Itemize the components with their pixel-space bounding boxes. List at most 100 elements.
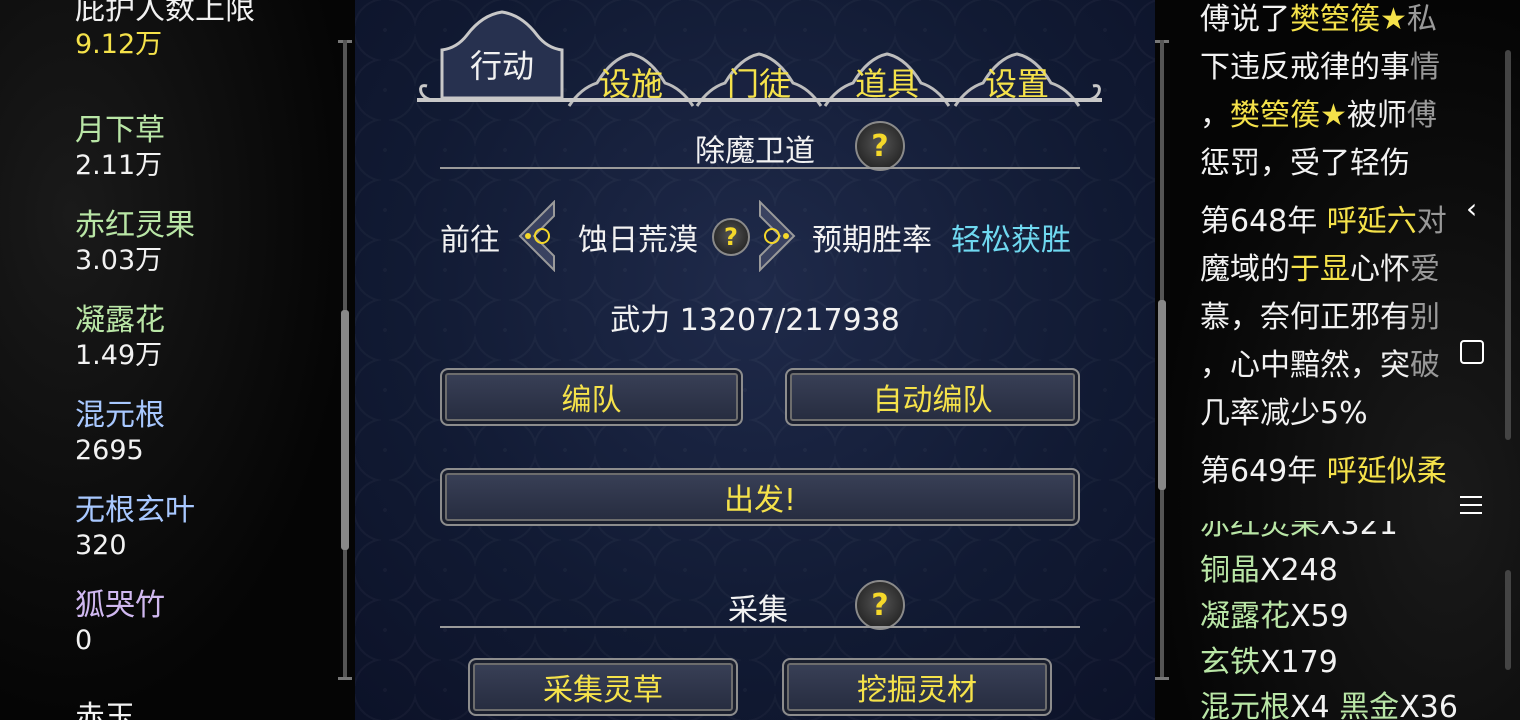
log-text: 于显 — [1290, 252, 1350, 287]
resource-item[interactable]: 狐哭竹 0 — [75, 588, 165, 658]
formation-button[interactable]: 编队 — [440, 368, 743, 426]
resource-item[interactable]: 月下草 2.11万 — [75, 113, 165, 183]
resource-item[interactable]: 赤玉 — [75, 700, 135, 720]
formation-button-label: 编队 — [561, 383, 622, 418]
log-text: 下违反戒律的事 — [1200, 50, 1410, 85]
resource-name: 庇护人数上限 — [75, 0, 255, 27]
resource-item[interactable]: 无根玄叶 320 — [75, 493, 195, 563]
log-text: 惩罚，受了轻伤 — [1200, 146, 1410, 181]
log-text: 傅 — [1406, 98, 1437, 133]
gather-herb-button[interactable]: 采集灵草 — [468, 658, 738, 716]
loot-item: 混元根X4 黑金X36 — [1200, 690, 1458, 720]
right-scrollbar-thumb[interactable] — [1158, 300, 1166, 490]
resource-value: 0 — [75, 625, 93, 656]
log-text: 傅说了 — [1200, 2, 1290, 37]
ornament-right-icon — [1076, 84, 1101, 102]
log-line: 几率减少5% — [1200, 396, 1368, 432]
resource-item[interactable]: 赤红灵果 3.03万 — [75, 208, 195, 278]
log-text: 呼延似柔 — [1326, 454, 1447, 489]
resource-item[interactable]: 凝露花 1.49万 — [75, 303, 165, 373]
resource-name: 月下草 — [75, 113, 165, 148]
next-location-arrow-icon[interactable] — [758, 200, 798, 272]
loot-text: 凝露花 — [1200, 599, 1290, 634]
loot-text: X36 — [1399, 690, 1458, 720]
gather-herb-button-label: 采集灵草 — [543, 673, 663, 708]
log-text: 爱 — [1410, 252, 1440, 287]
loot-text: 赤红灵果 — [1200, 507, 1320, 542]
menu-icon[interactable] — [1460, 494, 1484, 516]
home-icon[interactable] — [1460, 340, 1484, 364]
section-divider — [440, 167, 1080, 169]
log-text: 破 — [1410, 348, 1440, 383]
dig-material-button-label: 挖掘灵材 — [857, 673, 977, 708]
depart-button[interactable]: 出发! — [440, 468, 1080, 526]
log-scroll-indicator — [1505, 50, 1511, 440]
log-line: 慕，奈何正邪有别 — [1200, 300, 1440, 336]
loot-text: 玄铁 — [1200, 645, 1260, 680]
log-line: 惩罚，受了轻伤 — [1200, 146, 1410, 182]
log-text: 呼延六 — [1326, 204, 1417, 239]
log-line: 下违反戒律的事情 — [1200, 50, 1440, 86]
log-text: 慕，奈何正邪有 — [1200, 300, 1410, 335]
loot-text: X4 — [1290, 690, 1340, 720]
gather-help-button[interactable]: ? — [855, 580, 905, 630]
depart-button-label: 出发! — [723, 483, 797, 518]
log-text: 魔域的 — [1200, 252, 1290, 287]
resource-value: 320 — [75, 530, 127, 561]
log-line: 魔域的于显心怀爱 — [1200, 252, 1440, 288]
power-readout: 武力 13207/217938 — [610, 303, 900, 338]
log-line: ，心中黯然，突破 — [1200, 348, 1440, 384]
log-text: ， — [1200, 98, 1230, 133]
loot-item: 铜晶X248 — [1200, 553, 1338, 589]
log-text: 被师 — [1346, 98, 1407, 133]
loot-text: 黑金 — [1339, 690, 1400, 720]
section-divider — [440, 626, 1080, 628]
resource-value: 2.11万 — [75, 150, 163, 181]
expedition-title: 除魔卫道 — [695, 134, 815, 169]
question-icon: ? — [871, 587, 889, 623]
resource-value: 2695 — [75, 435, 144, 466]
resource-name: 混元根 — [75, 398, 165, 433]
left-scrollbar-thumb[interactable] — [341, 310, 349, 550]
log-text: 别 — [1410, 300, 1440, 335]
resource-item[interactable]: 混元根 2695 — [75, 398, 165, 468]
resource-name: 无根玄叶 — [75, 493, 195, 528]
resource-value: 9.12万 — [75, 29, 163, 60]
gather-title: 采集 — [728, 593, 788, 628]
log-text: 对 — [1416, 204, 1447, 239]
loot-text: 混元根 — [1200, 690, 1290, 720]
goto-label: 前往 — [440, 223, 500, 258]
loot-text: X59 — [1290, 599, 1349, 634]
loot-item: 赤红灵果X321 — [1200, 507, 1398, 543]
loot-item: 凝露花X59 — [1200, 599, 1349, 635]
main-panel: 行动 设施 门徒 道具 设置 除魔卫道 ? 前往 蚀日荒漠 ? 预期胜率 轻松获… — [355, 0, 1155, 720]
ornament-left-icon — [419, 84, 444, 102]
log-text: 第649年 — [1200, 454, 1327, 489]
log-line: ，樊箜篌★被师傅 — [1200, 98, 1437, 134]
auto-formation-button[interactable]: 自动编队 — [785, 368, 1080, 426]
left-scrollbar[interactable] — [338, 40, 352, 680]
loot-text: 铜晶 — [1200, 553, 1260, 588]
prev-location-arrow-icon[interactable] — [516, 200, 556, 272]
resource-name: 赤玉 — [75, 700, 135, 720]
right-scrollbar[interactable] — [1155, 40, 1169, 680]
log-text: 几率减少5% — [1200, 396, 1368, 431]
location-name[interactable]: 蚀日荒漠 — [578, 215, 698, 259]
log-text: 私 — [1406, 2, 1437, 37]
dig-material-button[interactable]: 挖掘灵材 — [782, 658, 1052, 716]
log-line: 第649年 呼延似柔 — [1200, 454, 1447, 490]
resource-item[interactable]: 庇护人数上限 9.12万 — [75, 0, 255, 62]
back-icon[interactable]: ‹ — [1466, 192, 1477, 225]
log-text: 情 — [1410, 50, 1440, 85]
log-text: 心怀 — [1350, 252, 1410, 287]
tab-action[interactable]: 行动 — [437, 10, 567, 100]
expedition-help-button[interactable]: ? — [855, 121, 905, 171]
log-line: 第648年 呼延六对 — [1200, 204, 1447, 240]
location-help-button[interactable]: ? — [712, 218, 750, 256]
win-rate-value: 轻松获胜 — [951, 223, 1071, 258]
tab-action-label: 行动 — [469, 47, 534, 85]
loot-scroll-indicator — [1505, 570, 1511, 670]
log-text: 第648年 — [1200, 204, 1327, 239]
resource-value: 1.49万 — [75, 340, 163, 371]
resource-value: 3.03万 — [75, 245, 163, 276]
